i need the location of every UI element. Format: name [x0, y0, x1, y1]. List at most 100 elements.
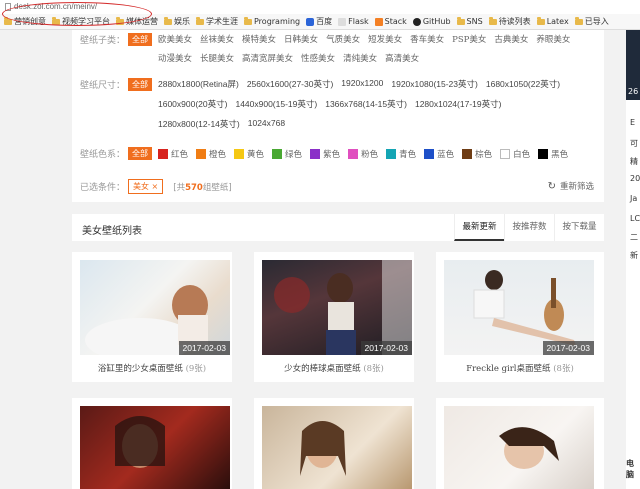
- color-option[interactable]: 绿色: [272, 148, 302, 160]
- size-row: 壁纸尺寸： 全部 2880x1800(Retina屏) 2560x1600(27-…: [80, 78, 578, 130]
- page-icon: [5, 3, 11, 11]
- bookmark-6[interactable]: 百度: [306, 16, 332, 27]
- subtype-row: 壁纸子类： 全部 欧美美女 丝袜美女 模特美女 日韩美女 气质美女 短发美女 香车美女 PSP…: [80, 33, 578, 64]
- selected-tag[interactable]: 美女 ×: [128, 179, 164, 194]
- wallpaper-thumbnail[interactable]: [444, 406, 594, 489]
- bookmark-12[interactable]: Latex: [536, 16, 569, 26]
- color-option[interactable]: 黑色: [538, 148, 568, 160]
- bookmark-11[interactable]: 待读列表: [488, 16, 531, 27]
- page-icon: [338, 17, 347, 26]
- color-option[interactable]: 黄色: [234, 148, 264, 160]
- wallpaper-thumbnail[interactable]: 2017-02-03: [262, 260, 412, 355]
- address-bar[interactable]: desk.zol.com.cn/meinv/: [0, 0, 640, 14]
- subtype-option[interactable]: 日韩美女: [284, 33, 318, 45]
- subtype-options: 欧美美女 丝袜美女 模特美女 日韩美女 气质美女 短发美女 香车美女 PSP美女 古典美女 养眼美…: [158, 33, 578, 64]
- size-all-button[interactable]: 全部: [128, 78, 152, 91]
- wallpaper-thumbnail[interactable]: 2017-02-03: [80, 260, 230, 355]
- color-option[interactable]: 蓝色: [424, 148, 454, 160]
- wallpaper-thumbnail[interactable]: 2017-02-03: [444, 260, 594, 355]
- size-option[interactable]: 2560x1600(27-30英寸): [247, 78, 333, 90]
- folder-icon: [4, 16, 12, 25]
- size-option[interactable]: 1680x1050(22英寸): [486, 78, 560, 90]
- card-caption[interactable]: 少女的棒球桌面壁纸 (8张): [254, 362, 414, 374]
- size-option[interactable]: 1024x768: [248, 118, 285, 130]
- color-swatch: [424, 148, 435, 159]
- wallpaper-card[interactable]: 2017-02-03 少女的棒球桌面壁纸 (8张): [254, 252, 414, 382]
- size-option[interactable]: 1920x1080(15-23英寸): [391, 78, 477, 90]
- color-swatch: [234, 148, 245, 159]
- bookmark-7[interactable]: Flask: [338, 17, 369, 26]
- color-option[interactable]: 青色: [386, 148, 416, 160]
- color-option[interactable]: 白色: [500, 148, 530, 160]
- color-swatch: [196, 148, 207, 159]
- reset-filter-button[interactable]: ↻ 重新筛选: [548, 180, 594, 193]
- sidebar-banner[interactable]: 26: [626, 30, 640, 100]
- subtype-option[interactable]: 清纯美女: [343, 52, 377, 64]
- folder-icon: [164, 16, 172, 25]
- color-swatch: [386, 148, 397, 159]
- selected-row: 已选条件： 美女 × [共570组壁纸]: [80, 179, 232, 194]
- folder-icon: [488, 16, 497, 25]
- wallpaper-card[interactable]: [254, 398, 414, 489]
- wallpaper-card[interactable]: [72, 398, 232, 489]
- size-option[interactable]: 1920x1200: [341, 78, 383, 90]
- date-badge: 2017-02-03: [542, 341, 594, 355]
- color-option[interactable]: 粉色: [348, 148, 378, 160]
- subtype-option[interactable]: 模特美女: [242, 33, 276, 45]
- bookmark-9[interactable]: GitHub: [412, 17, 451, 26]
- photo-girl-lying: [499, 427, 559, 469]
- subtype-option[interactable]: 高清美女: [385, 52, 419, 64]
- bookmark-2[interactable]: 媒体运营: [116, 16, 158, 27]
- color-option[interactable]: 红色: [158, 148, 188, 160]
- bookmark-13[interactable]: 已导入: [574, 16, 609, 27]
- bookmarks-bar: 营销创意 视频学习平台 媒体运营 娱乐 学术生涯 Programing 百度 F…: [0, 14, 640, 30]
- subtype-option[interactable]: 动漫美女: [158, 52, 192, 64]
- tab-downloads[interactable]: 按下载量: [554, 214, 604, 241]
- size-option[interactable]: 1366x768(14-15英寸): [325, 98, 407, 110]
- bookmark-3[interactable]: 娱乐: [164, 16, 190, 27]
- subtype-option[interactable]: 欧美美女: [158, 33, 192, 45]
- url-text[interactable]: desk.zol.com.cn/meinv/: [14, 2, 97, 11]
- size-option[interactable]: 1280x1024(17-19英寸): [415, 98, 501, 110]
- subtype-all-button[interactable]: 全部: [128, 33, 152, 46]
- list-title: 美女壁纸列表: [82, 226, 142, 237]
- subtype-option[interactable]: 性感美女: [301, 52, 335, 64]
- subtype-option[interactable]: 丝袜美女: [200, 33, 234, 45]
- subtype-option[interactable]: 短发美女: [368, 33, 402, 45]
- size-option[interactable]: 1600x900(20英寸): [158, 98, 227, 110]
- color-options: 红色 橙色 黄色 绿色 紫色 粉色 青色 蓝色 棕色 白色 黑色: [158, 147, 568, 160]
- subtype-option[interactable]: 香车美女: [410, 33, 444, 45]
- baidu-icon: [306, 17, 315, 26]
- color-option[interactable]: 棕色: [462, 148, 492, 160]
- wallpaper-card[interactable]: 2017-02-03 Freckle girl桌面壁纸 (8张): [436, 252, 604, 382]
- size-option[interactable]: 1280x800(12-14英寸): [158, 118, 240, 130]
- color-all-button[interactable]: 全部: [128, 147, 152, 160]
- size-option[interactable]: 1440x900(15-19英寸): [235, 98, 317, 110]
- wallpaper-card[interactable]: 2017-02-03 浴缸里的少女桌面壁纸 (9张): [72, 252, 232, 382]
- subtype-option[interactable]: 长腿美女: [200, 52, 234, 64]
- bookmark-0[interactable]: 营销创意: [4, 16, 46, 27]
- bookmark-10[interactable]: SNS: [456, 16, 483, 26]
- bookmark-8[interactable]: Stack: [374, 17, 407, 26]
- tab-latest[interactable]: 最新更新: [454, 214, 504, 241]
- color-option[interactable]: 橙色: [196, 148, 226, 160]
- bookmark-5[interactable]: Programing: [244, 16, 300, 26]
- subtype-option[interactable]: 气质美女: [326, 33, 360, 45]
- card-caption[interactable]: 浴缸里的少女桌面壁纸 (9张): [72, 362, 232, 374]
- wallpaper-card[interactable]: [436, 398, 604, 489]
- subtype-option[interactable]: 养眼美女: [536, 33, 570, 45]
- bookmark-4[interactable]: 学术生涯: [196, 16, 238, 27]
- subtype-option[interactable]: 古典美女: [494, 33, 528, 45]
- card-caption[interactable]: Freckle girl桌面壁纸 (8张): [436, 362, 604, 374]
- subtype-option[interactable]: 高清宽屏美女: [242, 52, 293, 64]
- color-swatch: [538, 148, 549, 159]
- subtype-option[interactable]: PSP美女: [452, 33, 486, 45]
- date-badge: 2017-02-03: [178, 341, 230, 355]
- tab-recommend[interactable]: 按推荐数: [504, 214, 554, 241]
- wallpaper-thumbnail[interactable]: [80, 406, 230, 489]
- size-option[interactable]: 2880x1800(Retina屏): [158, 78, 239, 90]
- wallpaper-thumbnail[interactable]: [262, 406, 412, 489]
- folder-icon: [116, 16, 124, 25]
- bookmark-1[interactable]: 视频学习平台: [52, 16, 110, 27]
- color-option[interactable]: 紫色: [310, 148, 340, 160]
